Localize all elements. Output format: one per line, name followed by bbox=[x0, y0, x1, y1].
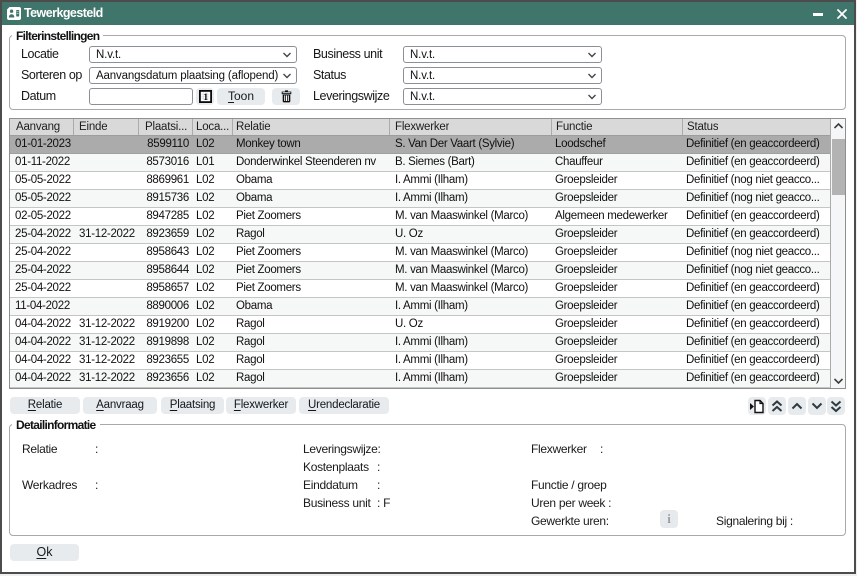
svg-text:1: 1 bbox=[203, 93, 208, 103]
